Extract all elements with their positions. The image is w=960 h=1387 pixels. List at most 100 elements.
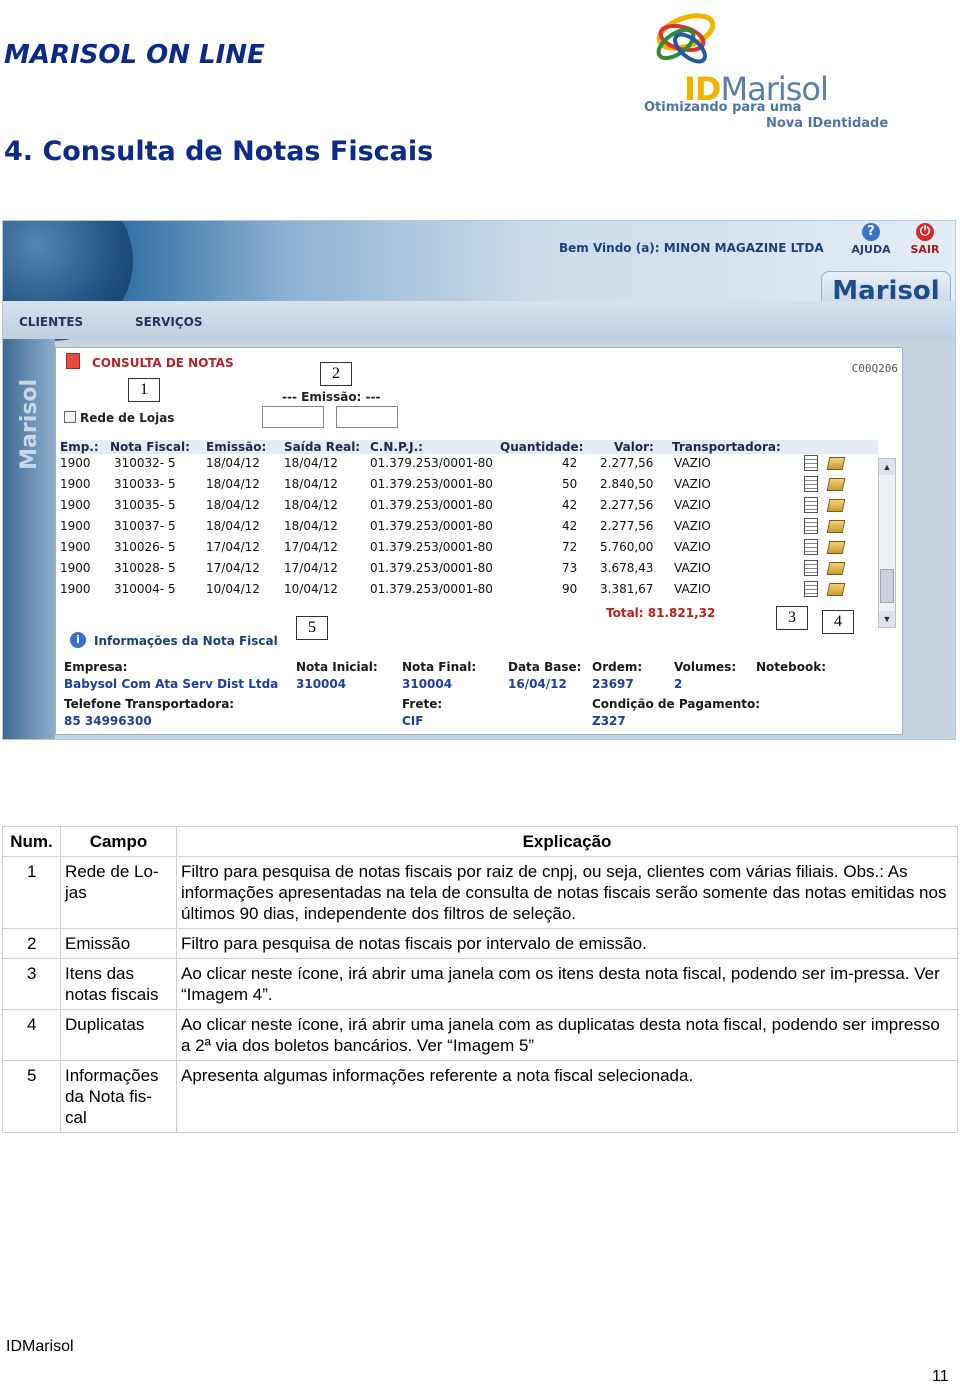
cell-cnpj: 01.379.253/0001-80 [370,456,493,470]
document-icon [66,353,80,369]
table-row[interactable]: 1900 310033- 5 18/04/12 18/04/12 01.379.253/… [60,475,878,496]
table-row: 1 Rede de Lo-jas Filtro para pesquisa de n… [2,856,958,929]
duplicatas-icon[interactable] [826,457,846,470]
col-transportadora: Transportadora: [672,440,781,454]
rede-de-lojas-checkbox[interactable]: Rede de Lojas [64,411,174,425]
header-campo: Campo [60,826,177,857]
grid-header: Emp.: Nota Fiscal: Emissão: Saída Real: … [60,440,878,454]
itens-nota-icon[interactable] [804,581,818,597]
cell-emissao: 18/04/12 [206,498,260,512]
itens-nota-icon[interactable] [804,497,818,513]
section-title: 4. Consulta de Notas Fiscais [4,136,434,167]
duplicatas-icon[interactable] [826,562,846,575]
cell-saida: 17/04/12 [284,540,338,554]
col-emissao: Emissão: [206,440,267,454]
doc-header: MARISOL ON LINE [4,40,265,70]
cell-campo: Informações da Nota fis-cal [60,1060,177,1133]
scroll-thumb[interactable] [880,569,894,603]
info-icon: i [70,632,86,648]
cell-explicacao: Filtro para pesquisa de notas fiscais po… [176,928,958,959]
power-icon: ⏻ [916,223,934,241]
cell-emissao: 18/04/12 [206,456,260,470]
cell-emissao: 10/04/12 [206,582,260,596]
cell-qtd: 42 [562,456,578,470]
duplicatas-icon[interactable] [826,541,846,554]
itens-nota-icon[interactable] [804,455,818,471]
help-button[interactable]: ? AJUDA [849,223,893,256]
itens-nota-icon[interactable] [804,560,818,576]
logo-slogan-line2: Nova IDentidade [766,116,889,131]
data-base-value: 16/04/12 [508,677,567,691]
cell-emp: 1900 [60,498,91,512]
page-number: 11 [932,1368,949,1385]
grid-scrollbar[interactable]: ▲ ▼ [878,458,896,628]
itens-nota-icon[interactable] [804,539,818,555]
footer-company: IDMarisol [6,1338,74,1355]
cell-cnpj: 01.379.253/0001-80 [370,519,493,533]
app-banner: Bem Vindo (a): MINON MAGAZINE LTDA ? AJUD… [3,221,955,341]
cell-qtd: 50 [562,477,578,491]
table-row[interactable]: 1900 310035- 5 18/04/12 18/04/12 01.379.253/… [60,496,878,517]
emissao-from-input[interactable] [262,406,324,428]
cell-campo: Itens das notas fiscais [60,958,177,1010]
duplicatas-icon[interactable] [826,478,846,491]
cell-num: 4 [2,1009,61,1061]
duplicatas-icon[interactable] [826,583,846,596]
info-title: Informações da Nota Fiscal [94,634,278,648]
duplicatas-icon[interactable] [826,499,846,512]
cell-explicacao: Apresenta algumas informações referente … [176,1060,958,1133]
info-nota-fiscal: i Informações da Nota Fiscal Empresa: Ba… [56,630,902,734]
consulta-panel: CONSULTA DE NOTAS C00Q206 1 2 Rede de Lo… [55,347,903,735]
cell-nota: 310032- 5 [114,456,176,470]
cell-valor: 5.760,00 [600,540,654,554]
scroll-up-icon[interactable]: ▲ [879,459,895,475]
cell-explicacao: Filtro para pesquisa de notas fiscais po… [176,856,958,929]
col-emp: Emp.: [60,440,99,454]
idmarisol-logo: IDMarisol Otimizando para uma Nova IDent… [640,8,900,132]
table-row[interactable]: 1900 310028- 5 17/04/12 17/04/12 01.379.253/… [60,559,878,580]
table-row: 4 Duplicatas Ao clicar neste ícone, irá ab… [2,1009,958,1061]
table-header-row: Num. Campo Explicação [2,826,958,857]
cell-emp: 1900 [60,540,91,554]
cell-cnpj: 01.379.253/0001-80 [370,582,493,596]
table-row[interactable]: 1900 310032- 5 18/04/12 18/04/12 01.379.253/… [60,454,878,475]
scroll-down-icon[interactable]: ▼ [879,611,895,627]
cell-emp: 1900 [60,477,91,491]
itens-nota-icon[interactable] [804,476,818,492]
menu-clientes[interactable]: CLIENTES [19,315,83,329]
itens-nota-icon[interactable] [804,518,818,534]
telefone-value: 85 34996300 [64,714,152,728]
table-row: 5 Informações da Nota fis-cal Apresenta al… [2,1060,958,1133]
table-row[interactable]: 1900 310037- 5 18/04/12 18/04/12 01.379.253/… [60,517,878,538]
frete-label: Frete: [402,697,443,711]
welcome-text: Bem Vindo (a): MINON MAGAZINE LTDA [559,241,824,255]
cell-qtd: 73 [562,561,578,575]
cell-qtd: 72 [562,540,578,554]
cell-emissao: 17/04/12 [206,540,260,554]
emissao-to-input[interactable] [336,406,398,428]
duplicatas-icon[interactable] [826,520,846,533]
table-row: 3 Itens das notas fiscais Ao clicar neste … [2,958,958,1010]
cell-explicacao: Ao clicar neste ícone, irá abrir uma jan… [176,958,958,1010]
cell-emissao: 18/04/12 [206,477,260,491]
col-quantidade: Quantidade: [500,440,584,454]
cell-num: 1 [2,856,61,929]
header-explicacao: Explicação [176,826,958,857]
callout-1: 1 [128,378,160,402]
cell-emp: 1900 [60,456,91,470]
logo-loops-icon [656,13,716,64]
cell-saida: 18/04/12 [284,498,338,512]
nota-final-label: Nota Final: [402,660,477,674]
notebook-label: Notebook: [756,660,827,674]
col-saida-real: Saída Real: [284,440,361,454]
cell-transp: VAZIO [674,477,711,491]
nota-final-value: 310004 [402,677,453,691]
exit-button[interactable]: ⏻ SAIR [903,223,947,256]
callout-2: 2 [320,362,352,386]
table-row[interactable]: 1900 310004- 5 10/04/12 10/04/12 01.379.253/… [60,580,878,601]
menu-servicos[interactable]: SERVIÇOS [135,315,202,329]
table-row[interactable]: 1900 310026- 5 17/04/12 17/04/12 01.379.253/… [60,538,878,559]
cell-campo: Rede de Lo-jas [60,856,177,929]
screen-code: C00Q206 [851,362,898,375]
nota-inicial-label: Nota Inicial: [296,660,378,674]
